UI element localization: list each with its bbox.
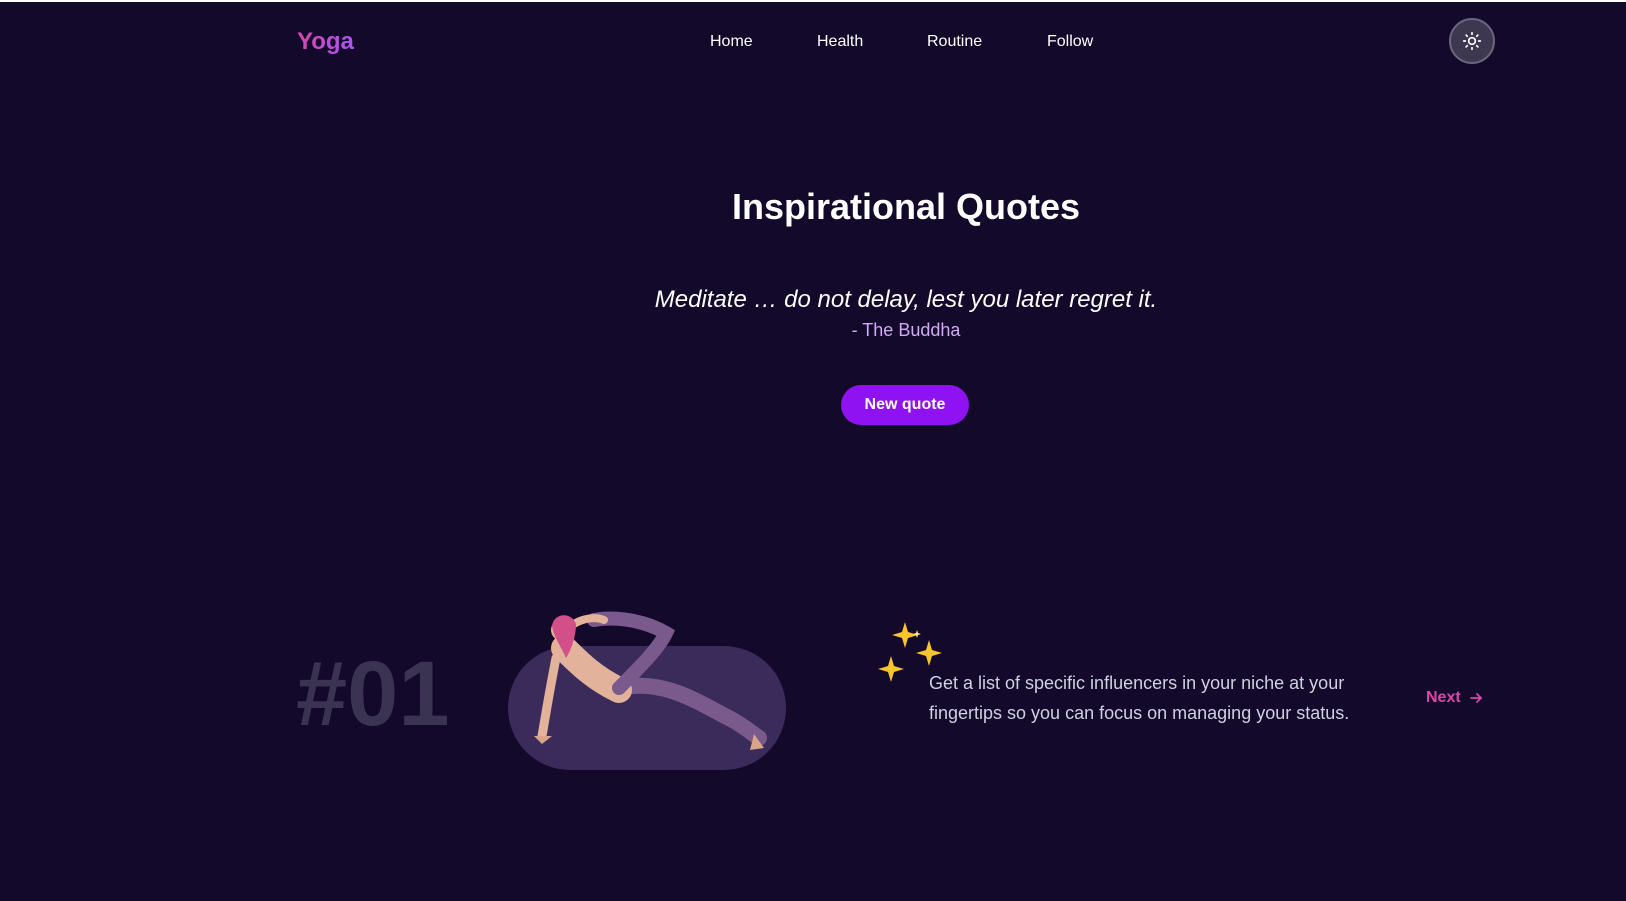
slide-number: #01 xyxy=(296,643,450,745)
new-quote-button[interactable]: New quote xyxy=(841,385,969,425)
sun-icon xyxy=(1462,31,1482,51)
next-button[interactable]: Next xyxy=(1426,689,1483,707)
arrow-right-icon xyxy=(1469,693,1482,703)
nav-item-routine[interactable]: Routine xyxy=(927,33,982,51)
next-label: Next xyxy=(1426,689,1461,706)
theme-toggle-button[interactable] xyxy=(1449,18,1495,64)
nav-item-follow[interactable]: Follow xyxy=(1047,33,1093,51)
quote-text: Meditate … do not delay, lest you later … xyxy=(654,286,1158,313)
yoga-pose-image xyxy=(534,611,767,750)
nav-item-home[interactable]: Home xyxy=(710,33,753,51)
quote-author: - The Buddha xyxy=(851,320,961,340)
logo[interactable]: Yoga xyxy=(297,28,354,56)
page: Yoga Home Health Routine Follow Inspirat… xyxy=(0,2,1626,901)
section-title: Inspirational Quotes xyxy=(731,186,1081,227)
nav-item-health[interactable]: Health xyxy=(817,33,863,51)
slide-description: Get a list of specific influencers in yo… xyxy=(929,673,1350,723)
